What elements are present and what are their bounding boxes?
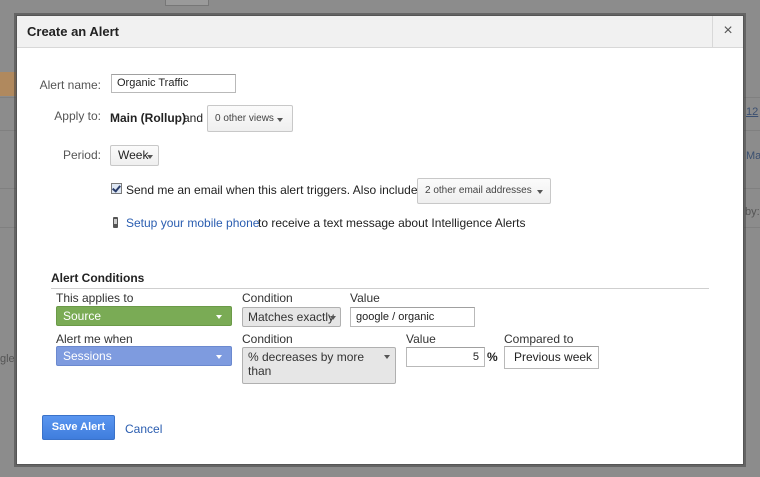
alert-when-header: Alert me when <box>56 332 133 346</box>
condition2-header: Condition <box>242 332 293 346</box>
background-link: 12 <box>746 106 759 118</box>
alert-name-input[interactable]: Organic Traffic <box>111 74 236 93</box>
chevron-down-icon <box>216 355 222 359</box>
chevron-down-icon <box>277 118 283 122</box>
email-addresses-dropdown[interactable]: 2 other email addresses <box>417 178 551 204</box>
create-alert-dialog: Create an Alert × Alert name: Organic Tr… <box>16 15 744 465</box>
value-header: Value <box>350 291 380 305</box>
apply-to-label: Apply to: <box>54 109 101 123</box>
alert-name-label: Alert name: <box>39 78 101 92</box>
condition-select[interactable]: Matches exactly <box>242 307 341 327</box>
mobile-phone-icon <box>113 217 118 228</box>
dialog-titlebar: Create an Alert × <box>17 16 743 48</box>
email-option-text: Send me an email when this alert trigger… <box>126 183 418 197</box>
metric-select-value: Sessions <box>63 349 112 363</box>
value2-header: Value <box>406 332 436 346</box>
checkmark-icon <box>112 183 121 193</box>
compared-to-header: Compared to <box>504 332 574 346</box>
period-label: Period: <box>62 148 101 162</box>
section-divider <box>51 288 709 289</box>
cancel-link[interactable]: Cancel <box>125 422 162 436</box>
alert-conditions-title: Alert Conditions <box>51 271 145 285</box>
period-value: Week <box>118 148 149 162</box>
dimension-select-value: Source <box>63 309 102 323</box>
email-checkbox[interactable] <box>111 183 122 194</box>
save-alert-button[interactable]: Save Alert <box>42 415 115 440</box>
background-link: Ma <box>746 150 760 162</box>
email-addresses-label: 2 other email addresses <box>425 185 532 196</box>
dimension-select[interactable]: Source <box>56 306 232 326</box>
percent-unit: % <box>487 350 498 364</box>
period-dropdown[interactable]: Week <box>110 145 159 166</box>
chevron-down-icon <box>537 190 543 194</box>
dialog-title: Create an Alert <box>27 24 119 39</box>
threshold-condition-value: % decreases by more than <box>248 350 365 378</box>
background-text: by: <box>745 206 760 218</box>
threshold-value-input[interactable]: 5 <box>406 347 485 367</box>
apply-to-and: and <box>183 111 204 125</box>
condition-value-input[interactable]: google / organic <box>350 307 475 327</box>
applies-to-header: This applies to <box>56 291 134 305</box>
setup-mobile-link[interactable]: Setup your mobile phone <box>126 216 259 230</box>
apply-to-view: Main (Rollup) <box>110 111 186 125</box>
other-views-label: 0 other views <box>215 113 274 124</box>
background-text: gle <box>0 353 14 365</box>
chevron-down-icon <box>147 155 153 159</box>
compared-to-input[interactable]: Previous week <box>504 346 599 369</box>
chevron-down-icon <box>384 355 390 359</box>
other-views-dropdown[interactable]: 0 other views <box>207 105 293 132</box>
chevron-down-icon <box>330 316 336 320</box>
threshold-condition-select[interactable]: % decreases by more than <box>242 347 396 384</box>
background-button <box>165 0 209 6</box>
condition-select-value: Matches exactly <box>248 310 335 324</box>
mobile-info-text: to receive a text message about Intellig… <box>258 216 526 230</box>
metric-select[interactable]: Sessions <box>56 346 232 366</box>
condition-header: Condition <box>242 291 293 305</box>
chevron-down-icon <box>216 315 222 319</box>
close-icon[interactable]: × <box>712 16 743 47</box>
